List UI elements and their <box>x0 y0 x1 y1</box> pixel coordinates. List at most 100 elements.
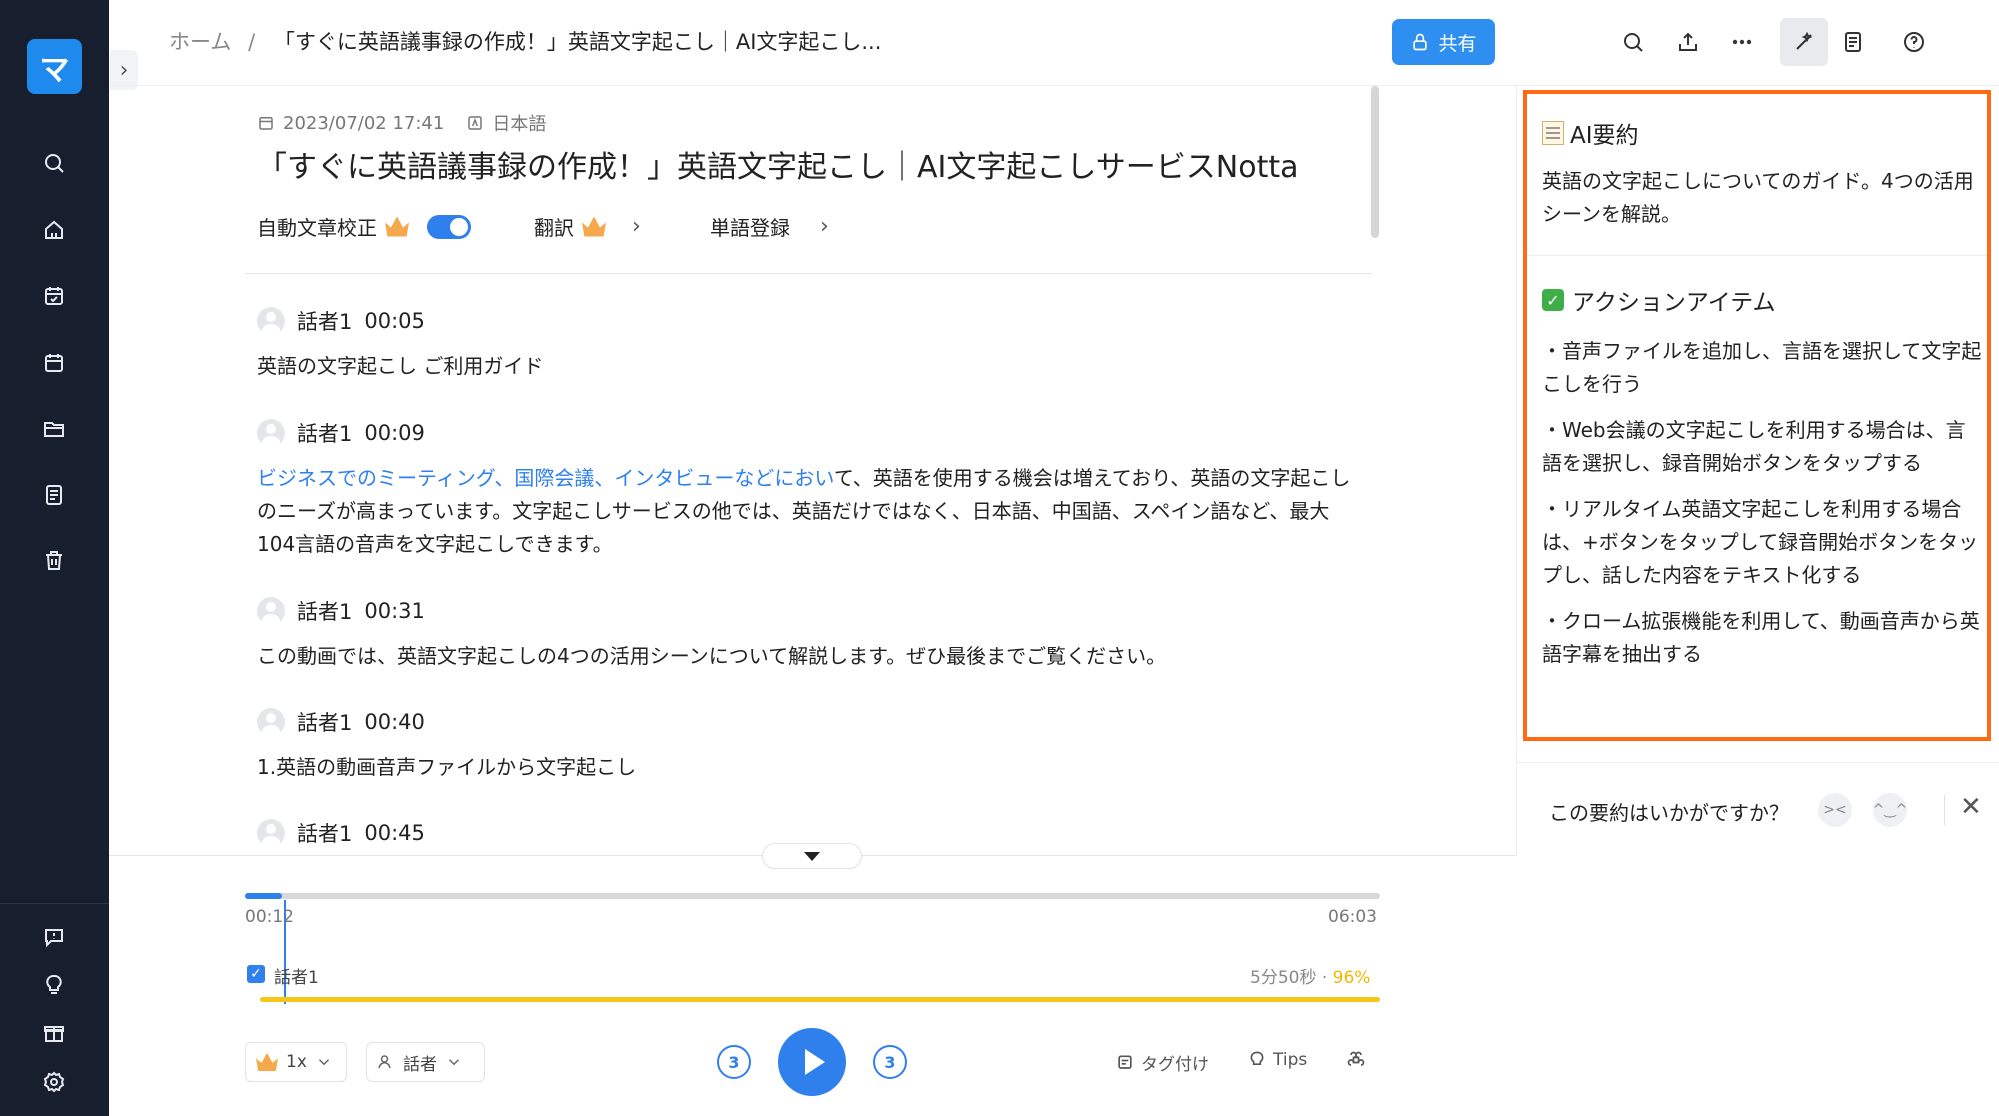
chevron-right-icon: › <box>632 214 641 239</box>
document-language[interactable]: 日本語 <box>492 110 546 136</box>
segment-time[interactable]: 00:40 <box>364 710 425 734</box>
speaker-filter-label: 話者 <box>403 1054 437 1075</box>
transcript-segment[interactable]: 話者1 00:40 1.英語の動画音声ファイルから文字起こし <box>257 707 1367 784</box>
document-icon[interactable] <box>36 477 72 513</box>
share-button[interactable]: 共有 <box>1392 19 1495 65</box>
premium-crown-icon <box>582 216 606 237</box>
notes-icon[interactable] <box>1833 22 1873 62</box>
tips-button[interactable]: Tips <box>1247 1050 1307 1070</box>
action-item: ・音声ファイルを追加し、言語を選択して文字起こしを行う <box>1542 339 1982 396</box>
speed-select[interactable]: 1x <box>245 1042 347 1082</box>
speaker-avatar <box>257 597 285 625</box>
transcript-segment[interactable]: 話者1 00:09 ビジネスでのミーティング、国際会議、インタビューなどにおいて… <box>257 418 1367 561</box>
translate-option[interactable]: 翻訳 › <box>534 212 641 241</box>
chevron-down-icon <box>448 1059 460 1066</box>
transcript-scrollbar[interactable] <box>1371 86 1379 238</box>
document-date: 2023/07/02 17:41 <box>283 112 445 134</box>
auto-correct-label: 自動文章校正 <box>257 216 377 240</box>
segment-speaker: 話者1 00:09 <box>257 418 1367 448</box>
segment-time[interactable]: 00:31 <box>364 599 425 623</box>
speaker-avatar <box>257 419 285 447</box>
speaker-filter-select[interactable]: 話者 <box>366 1042 485 1082</box>
skip-forward-button[interactable]: 3 <box>873 1045 907 1079</box>
tag-button[interactable]: タグ付け <box>1115 1050 1209 1075</box>
segment-speaker: 話者1 00:05 <box>257 306 1367 336</box>
action-item: ・リアルタイム英語文字起こしを利用する場合は、+ボタンをタップして録音開始ボタン… <box>1542 497 1979 587</box>
trash-icon[interactable] <box>36 543 72 579</box>
transcript-segment[interactable]: 話者1 00:31 この動画では、英語文字起こしの4つの活用シーンについて解説し… <box>257 596 1367 673</box>
playback-progress <box>245 893 282 899</box>
home-icon[interactable] <box>36 212 72 248</box>
help-icon[interactable] <box>1894 22 1934 62</box>
speaker-name[interactable]: 話者1 <box>297 418 352 448</box>
close-icon[interactable]: ✕ <box>1960 792 1982 822</box>
action-item: ・クローム拡張機能を利用して、動画音声から英語字幕を抽出する <box>1542 609 1980 666</box>
gift-icon[interactable] <box>36 1015 72 1051</box>
current-time: 00:12 <box>245 907 294 927</box>
translate-label: 翻訳 <box>534 216 574 240</box>
settings-icon[interactable] <box>36 1064 72 1100</box>
ai-summary-heading: AI要約 <box>1542 116 1639 150</box>
highlighted-text[interactable]: ビジネスでのミーティング、国際会議、インタビューなどにおい <box>257 466 834 490</box>
feedback-separator <box>1944 795 1945 825</box>
lock-icon <box>1413 33 1428 51</box>
collapse-player-button[interactable] <box>762 843 862 869</box>
auto-correct-option: 自動文章校正 <box>257 212 471 241</box>
action-items-list: ・音声ファイルを追加し、言語を選択して文字起こしを行う ・Web会議の文字起こし… <box>1542 335 1982 684</box>
action-item: ・Web会議の文字起こしを利用する場合は、言語を選択し、録音開始ボタンをタップす… <box>1542 418 1966 475</box>
tag-icon <box>1118 1055 1132 1069</box>
calendar-edit-icon[interactable] <box>36 278 72 314</box>
speaker-avatar <box>257 819 285 847</box>
tag-label: タグ付け <box>1141 1055 1209 1075</box>
segment-text[interactable]: 1.英語の動画音声ファイルから文字起こし <box>257 751 1367 784</box>
feedback-divider <box>1516 762 1999 763</box>
breadcrumb-separator: / <box>248 30 256 54</box>
premium-crown-icon <box>256 1053 278 1071</box>
speaker-name[interactable]: 話者1 <box>297 306 352 336</box>
sidebar-divider <box>0 903 109 904</box>
ai-summary-toggle-icon[interactable] <box>1780 18 1828 66</box>
speaker-checkbox[interactable]: ✓ <box>247 965 265 983</box>
segment-text[interactable]: この動画では、英語文字起こしの4つの活用シーンについて解説します。ぜひ最後までご… <box>257 640 1367 673</box>
speaker-name[interactable]: 話者1 <box>297 818 352 848</box>
more-icon[interactable] <box>1722 22 1762 62</box>
playback-track[interactable] <box>245 893 1380 899</box>
transcript-segment[interactable]: 話者1 00:05 英語の文字起こし ご利用ガイド <box>257 306 1367 383</box>
speaker-name[interactable]: 話者1 <box>297 707 352 737</box>
segment-text[interactable]: ビジネスでのミーティング、国際会議、インタビューなどにおいて、英語を使用する機会… <box>257 462 1367 561</box>
speaker-track-label: 話者1 <box>274 968 319 988</box>
document-meta: 2023/07/02 17:41 日本語 <box>257 110 546 136</box>
speaker-name[interactable]: 話者1 <box>297 596 352 626</box>
bulb-icon[interactable] <box>36 967 72 1003</box>
app-logo[interactable]: マ <box>27 39 82 94</box>
breadcrumb-home[interactable]: ホーム <box>169 30 231 54</box>
dislike-face-icon[interactable]: >< <box>1818 793 1852 827</box>
calendar-icon <box>259 117 273 130</box>
sidebar: マ <box>0 0 109 1116</box>
like-face-icon[interactable]: ^‿^ <box>1873 793 1907 827</box>
action-items-title: アクションアイテム <box>1572 290 1776 316</box>
folder-icon[interactable] <box>36 411 72 447</box>
user-icon <box>378 1055 391 1069</box>
shortcuts-button[interactable] <box>1346 1050 1366 1070</box>
auto-correct-toggle[interactable] <box>427 214 471 239</box>
play-button[interactable] <box>778 1028 846 1096</box>
segment-time[interactable]: 00:05 <box>364 309 425 333</box>
memo-icon <box>1542 121 1564 145</box>
calendar-icon[interactable] <box>36 345 72 381</box>
feedback-icon[interactable] <box>36 919 72 955</box>
export-icon[interactable] <box>1668 22 1708 62</box>
segment-text[interactable]: 英語の文字起こし ご利用ガイド <box>257 350 1367 383</box>
speed-value: 1x <box>286 1052 307 1072</box>
segment-time[interactable]: 00:09 <box>364 421 425 445</box>
segment-time[interactable]: 00:45 <box>364 821 425 845</box>
search-icon[interactable] <box>36 145 72 181</box>
chevron-down-icon <box>318 1059 329 1066</box>
speaker-avatar <box>257 307 285 335</box>
document-title[interactable]: 「すぐに英語議事録の作成！」英語文字起こし｜AI文字起こしサービスNotta <box>257 142 1298 186</box>
skip-back-button[interactable]: 3 <box>717 1045 751 1079</box>
share-label: 共有 <box>1438 32 1477 55</box>
search-replace-icon[interactable] <box>1613 22 1653 62</box>
vocab-option[interactable]: 単語登録 › <box>710 212 829 241</box>
chevron-right-icon: › <box>820 214 829 239</box>
